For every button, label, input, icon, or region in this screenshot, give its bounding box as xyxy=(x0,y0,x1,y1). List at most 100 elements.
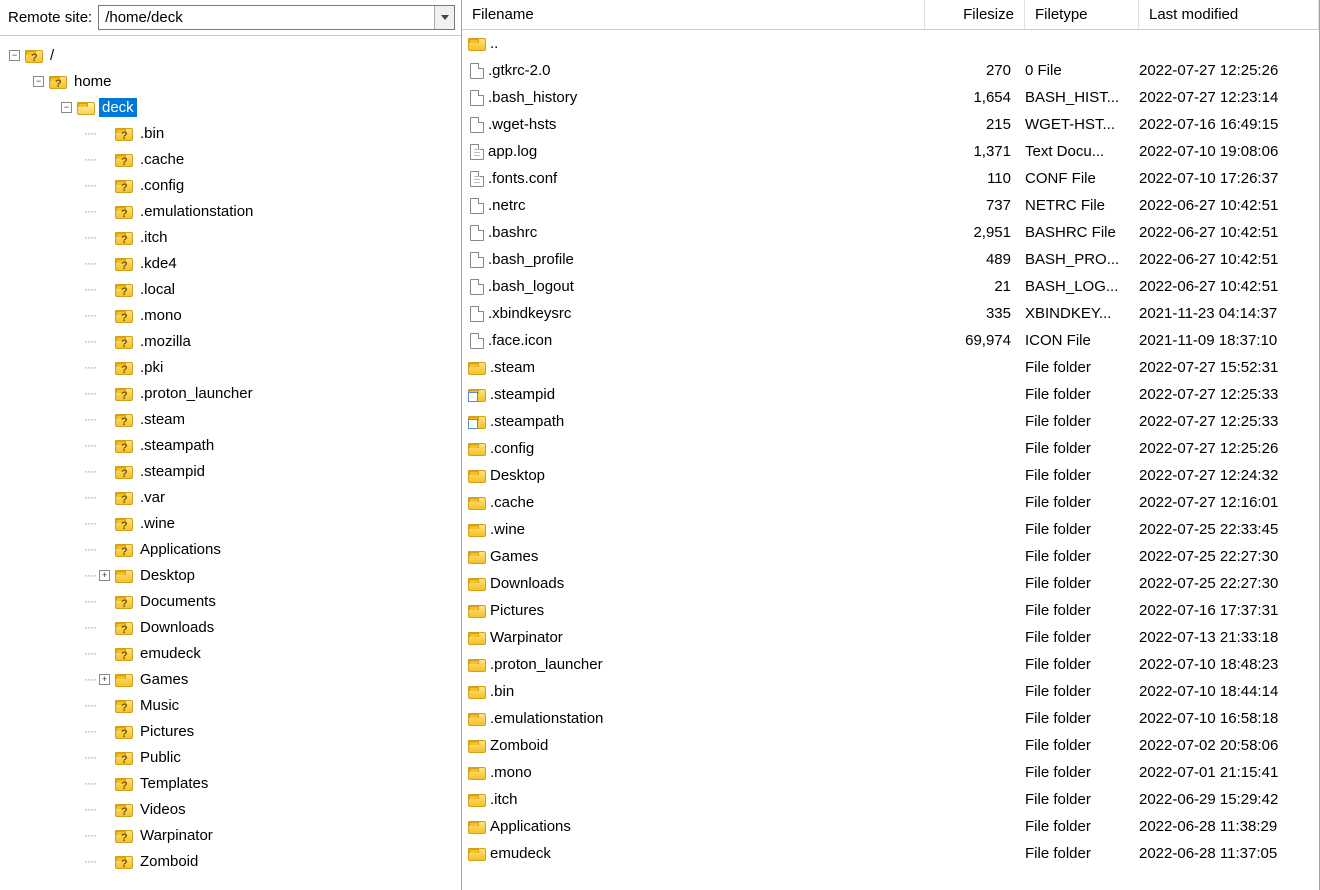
file-row[interactable]: PicturesFile folder2022-07-16 17:37:31 xyxy=(462,597,1319,624)
file-row[interactable]: .emulationstationFile folder2022-07-10 1… xyxy=(462,705,1319,732)
file-row[interactable]: DesktopFile folder2022-07-27 12:24:32 xyxy=(462,462,1319,489)
file-row[interactable]: ZomboidFile folder2022-07-02 20:58:06 xyxy=(462,732,1319,759)
tree-node[interactable]: ····emudeck xyxy=(2,640,459,666)
tree-node-label: .itch xyxy=(137,228,171,247)
file-row[interactable]: DownloadsFile folder2022-07-25 22:27:30 xyxy=(462,570,1319,597)
folder-unknown-icon xyxy=(115,778,133,791)
file-row[interactable]: .configFile folder2022-07-27 12:25:26 xyxy=(462,435,1319,462)
tree-node[interactable]: ····Videos xyxy=(2,796,459,822)
tree-node[interactable]: ····+Games xyxy=(2,666,459,692)
column-header-modified[interactable]: Last modified xyxy=(1139,0,1319,29)
remote-directory-tree[interactable]: − / − home − deck ····.bin····.cache····… xyxy=(0,36,461,890)
tree-node-deck[interactable]: − deck xyxy=(2,94,459,120)
remote-path-combo[interactable] xyxy=(98,5,455,30)
folder-icon xyxy=(468,497,486,510)
tree-node-label: .steam xyxy=(137,410,188,429)
file-name: Applications xyxy=(490,818,571,835)
column-header-filetype[interactable]: Filetype xyxy=(1025,0,1139,29)
tree-node[interactable]: ····Zomboid xyxy=(2,848,459,874)
collapse-icon[interactable]: − xyxy=(32,75,45,88)
tree-node-root[interactable]: − / xyxy=(2,42,459,68)
file-row[interactable]: .bash_history1,654BASH_HIST...2022-07-27… xyxy=(462,84,1319,111)
file-row[interactable]: GamesFile folder2022-07-25 22:27:30 xyxy=(462,543,1319,570)
file-modified: 2022-06-27 10:42:51 xyxy=(1139,278,1319,295)
tree-node[interactable]: ····.kde4 xyxy=(2,250,459,276)
file-row[interactable]: .bashrc2,951BASHRC File2022-06-27 10:42:… xyxy=(462,219,1319,246)
column-header-filename[interactable]: Filename xyxy=(462,0,925,29)
file-row[interactable]: .netrc737NETRC File2022-06-27 10:42:51 xyxy=(462,192,1319,219)
tree-node[interactable]: ····.config xyxy=(2,172,459,198)
file-row[interactable]: .fonts.conf110CONF File2022-07-10 17:26:… xyxy=(462,165,1319,192)
tree-node[interactable]: ····.steampath xyxy=(2,432,459,458)
file-row[interactable]: .wget-hsts215WGET-HST...2022-07-16 16:49… xyxy=(462,111,1319,138)
file-type: File folder xyxy=(1025,386,1139,403)
file-row[interactable]: .itchFile folder2022-06-29 15:29:42 xyxy=(462,786,1319,813)
file-name: Desktop xyxy=(490,467,545,484)
tree-node[interactable]: ····.pki xyxy=(2,354,459,380)
file-row[interactable]: .cacheFile folder2022-07-27 12:16:01 xyxy=(462,489,1319,516)
file-row[interactable]: .steampathFile folder2022-07-27 12:25:33 xyxy=(462,408,1319,435)
tree-node[interactable]: ····.steam xyxy=(2,406,459,432)
file-modified: 2022-07-25 22:33:45 xyxy=(1139,521,1319,538)
tree-node-label: Desktop xyxy=(137,566,198,585)
file-type: File folder xyxy=(1025,791,1139,808)
folder-icon xyxy=(468,605,486,618)
file-type: File folder xyxy=(1025,629,1139,646)
remote-path-input[interactable] xyxy=(99,7,434,28)
tree-node[interactable]: ····Music xyxy=(2,692,459,718)
tree-node[interactable]: ····.var xyxy=(2,484,459,510)
file-row[interactable]: app.log1,371Text Docu...2022-07-10 19:08… xyxy=(462,138,1319,165)
tree-node[interactable]: ····+Desktop xyxy=(2,562,459,588)
file-modified: 2022-07-10 19:08:06 xyxy=(1139,143,1319,160)
file-row[interactable]: .steampidFile folder2022-07-27 12:25:33 xyxy=(462,381,1319,408)
tree-node[interactable]: ····.proton_launcher xyxy=(2,380,459,406)
tree-node[interactable]: ····Applications xyxy=(2,536,459,562)
file-modified: 2022-07-16 16:49:15 xyxy=(1139,116,1319,133)
file-row[interactable]: emudeckFile folder2022-06-28 11:37:05 xyxy=(462,840,1319,867)
tree-node[interactable]: ····.emulationstation xyxy=(2,198,459,224)
tree-node[interactable]: ····Public xyxy=(2,744,459,770)
tree-node[interactable]: ····.itch xyxy=(2,224,459,250)
tree-node-home[interactable]: − home xyxy=(2,68,459,94)
file-size: 1,371 xyxy=(925,143,1025,160)
tree-node[interactable]: ····.cache xyxy=(2,146,459,172)
tree-node-label: .var xyxy=(137,488,168,507)
tree-node[interactable]: ····.mozilla xyxy=(2,328,459,354)
remote-file-list[interactable]: ...gtkrc-2.02700 File2022-07-27 12:25:26… xyxy=(462,30,1319,890)
file-type: File folder xyxy=(1025,521,1139,538)
file-row[interactable]: .face.icon69,974ICON File2021-11-09 18:3… xyxy=(462,327,1319,354)
file-row[interactable]: .. xyxy=(462,30,1319,57)
file-row[interactable]: .gtkrc-2.02700 File2022-07-27 12:25:26 xyxy=(462,57,1319,84)
file-row[interactable]: .bash_logout21BASH_LOG...2022-06-27 10:4… xyxy=(462,273,1319,300)
tree-node[interactable]: ····Pictures xyxy=(2,718,459,744)
tree-node[interactable]: ····Templates xyxy=(2,770,459,796)
tree-node[interactable]: ····.wine xyxy=(2,510,459,536)
expand-icon[interactable]: + xyxy=(98,569,111,582)
file-row[interactable]: .xbindkeysrc335XBINDKEY...2021-11-23 04:… xyxy=(462,300,1319,327)
file-row[interactable]: .wineFile folder2022-07-25 22:33:45 xyxy=(462,516,1319,543)
file-row[interactable]: .proton_launcherFile folder2022-07-10 18… xyxy=(462,651,1319,678)
collapse-icon[interactable]: − xyxy=(8,49,21,62)
folder-unknown-icon xyxy=(115,336,133,349)
tree-node[interactable]: ····.bin xyxy=(2,120,459,146)
tree-node[interactable]: ····Downloads xyxy=(2,614,459,640)
file-type: NETRC File xyxy=(1025,197,1139,214)
file-row[interactable]: WarpinatorFile folder2022-07-13 21:33:18 xyxy=(462,624,1319,651)
file-row[interactable]: .monoFile folder2022-07-01 21:15:41 xyxy=(462,759,1319,786)
tree-node[interactable]: ····.steampid xyxy=(2,458,459,484)
folder-shortcut-icon xyxy=(468,416,486,429)
file-row[interactable]: .steamFile folder2022-07-27 15:52:31 xyxy=(462,354,1319,381)
collapse-icon[interactable]: − xyxy=(60,101,73,114)
file-row[interactable]: .bash_profile489BASH_PRO...2022-06-27 10… xyxy=(462,246,1319,273)
tree-node[interactable]: ····Warpinator xyxy=(2,822,459,848)
tree-node-label: .pki xyxy=(137,358,166,377)
remote-path-dropdown-button[interactable] xyxy=(434,6,454,29)
tree-node[interactable]: ····.mono xyxy=(2,302,459,328)
tree-node[interactable]: ····.local xyxy=(2,276,459,302)
expand-icon[interactable]: + xyxy=(98,673,111,686)
tree-node-label: .steampid xyxy=(137,462,208,481)
file-row[interactable]: .binFile folder2022-07-10 18:44:14 xyxy=(462,678,1319,705)
file-row[interactable]: ApplicationsFile folder2022-06-28 11:38:… xyxy=(462,813,1319,840)
tree-node[interactable]: ····Documents xyxy=(2,588,459,614)
column-header-filesize[interactable]: Filesize xyxy=(925,0,1025,29)
